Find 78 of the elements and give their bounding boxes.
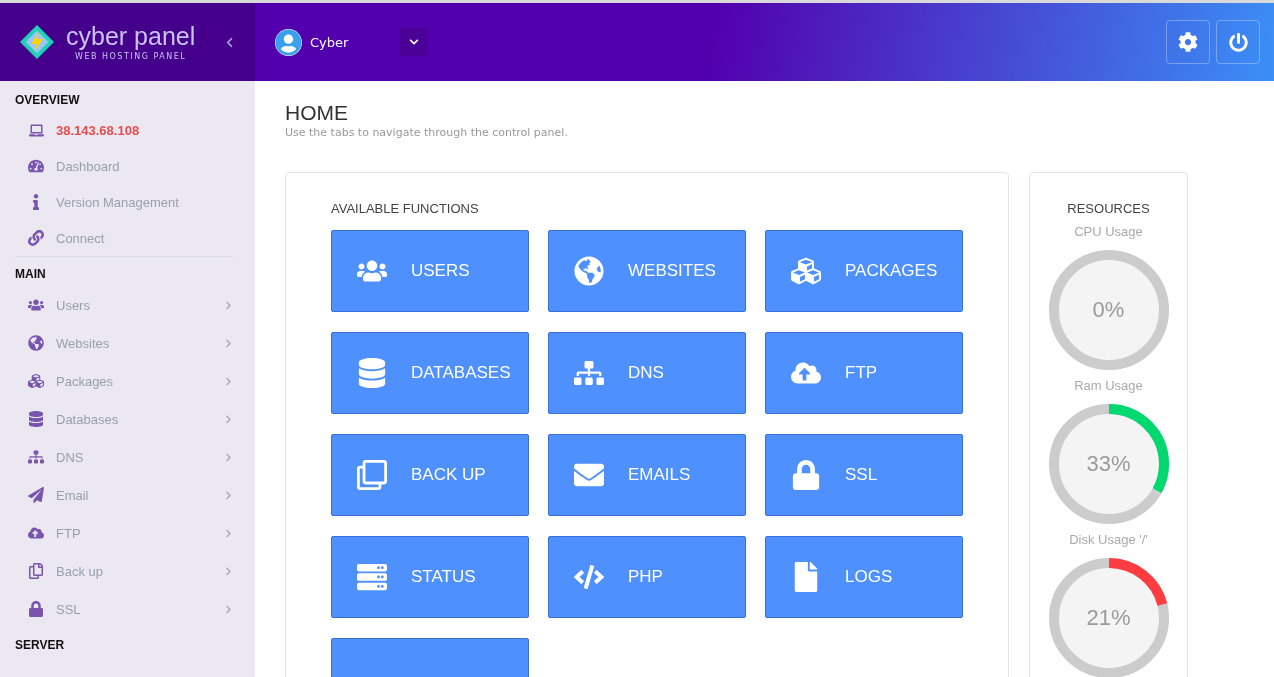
chevron-down-icon <box>409 37 419 47</box>
sidebar-item[interactable]: 38.143.68.108 <box>15 112 233 148</box>
chevron-icon <box>224 452 233 462</box>
avatar-icon <box>275 28 302 56</box>
chevron-left-icon <box>224 36 235 48</box>
usage-reading: 21% <box>1086 605 1131 631</box>
sidebar-item[interactable]: Packages <box>15 362 233 400</box>
gauge-label: Disk Usage '/' <box>1069 532 1148 547</box>
function-tile[interactable]: BACK UP <box>331 434 529 516</box>
sidebar-item[interactable]: Email <box>15 476 233 514</box>
database-icon <box>28 411 44 427</box>
chevron-icon <box>224 338 233 348</box>
brand-name: cyber panel <box>66 23 196 49</box>
usage-reading: 0% <box>1092 297 1125 323</box>
function-tile[interactable]: FTP <box>765 332 963 414</box>
power-button[interactable] <box>1216 20 1260 64</box>
power-icon <box>1228 32 1248 52</box>
sidebar-item[interactable]: Dashboard <box>15 148 233 184</box>
brand-tagline: WEB HOSTING PANEL <box>75 51 187 61</box>
function-tile[interactable]: WEBSITES <box>548 230 746 312</box>
users-icon <box>28 297 44 313</box>
globe-icon <box>574 256 604 286</box>
function-tile[interactable]: PACKAGES <box>765 230 963 312</box>
page-subtitle: Use the tabs to navigate through the control panel. <box>285 126 569 139</box>
function-tile[interactable]: LOGS <box>765 536 963 618</box>
sidebar-item[interactable]: Databases <box>15 400 233 438</box>
chevron-icon <box>224 376 233 386</box>
user-name: Cyber <box>310 34 350 50</box>
settings-button[interactable] <box>1166 20 1210 64</box>
sidebar-item[interactable]: Version Management <box>15 184 233 220</box>
lock-icon <box>28 601 44 617</box>
card-title: AVAILABLE FUNCTIONS <box>331 201 480 216</box>
section-title: SERVER <box>15 638 66 652</box>
sidebar-item[interactable]: Back up <box>15 552 233 590</box>
usage-reading: 33% <box>1086 451 1131 477</box>
sitemap-icon <box>574 358 604 388</box>
function-tile[interactable]: DATABASES <box>331 332 529 414</box>
section-title: MAIN <box>15 267 47 281</box>
cloud-upload-icon <box>28 525 44 541</box>
dashboard-icon <box>28 158 44 174</box>
sidebar-item[interactable]: DNS <box>15 438 233 476</box>
sidebar-item[interactable]: SSL <box>15 590 233 628</box>
function-tile[interactable]: STATUS <box>331 536 529 618</box>
server-icon <box>357 562 387 592</box>
function-tile[interactable]: PHP <box>548 536 746 618</box>
chevron-icon <box>224 414 233 424</box>
paper-plane-icon <box>28 487 44 503</box>
globe-icon <box>28 335 44 351</box>
chevron-icon <box>224 528 233 538</box>
cubes-icon <box>791 256 821 286</box>
sidebar-item[interactable]: FTP <box>15 514 233 552</box>
link-icon <box>28 230 44 246</box>
sidebar-item[interactable]: Websites <box>15 324 233 362</box>
database-icon <box>357 358 387 388</box>
function-tile[interactable]: USERS <box>331 230 529 312</box>
gauge-label: Ram Usage <box>1074 378 1143 393</box>
chevron-icon <box>224 300 233 310</box>
laptop-icon <box>28 122 44 138</box>
settings-icon <box>1178 32 1198 52</box>
user-menu-button[interactable] <box>400 28 428 56</box>
section-title: OVERVIEW <box>15 93 81 107</box>
chevron-icon <box>224 566 233 576</box>
function-tile[interactable]: SSL <box>765 434 963 516</box>
sitemap-icon <box>28 449 44 465</box>
sidebar-item[interactable]: Connect <box>15 220 233 256</box>
gauge-label: CPU Usage <box>1074 224 1143 239</box>
chevron-icon <box>224 604 233 614</box>
function-tile[interactable]: EMAILS <box>548 434 746 516</box>
cubes-icon <box>28 373 44 389</box>
copy-icon <box>357 460 387 490</box>
code-icon <box>574 562 604 592</box>
chevron-icon <box>224 490 233 500</box>
sidebar-item[interactable]: Users <box>15 286 233 324</box>
function-tile[interactable]: DNS <box>548 332 746 414</box>
card-title: RESOURCES <box>1067 201 1150 216</box>
lock-icon <box>791 460 821 490</box>
copy-icon <box>28 563 44 579</box>
page-title: HOME <box>285 101 349 125</box>
